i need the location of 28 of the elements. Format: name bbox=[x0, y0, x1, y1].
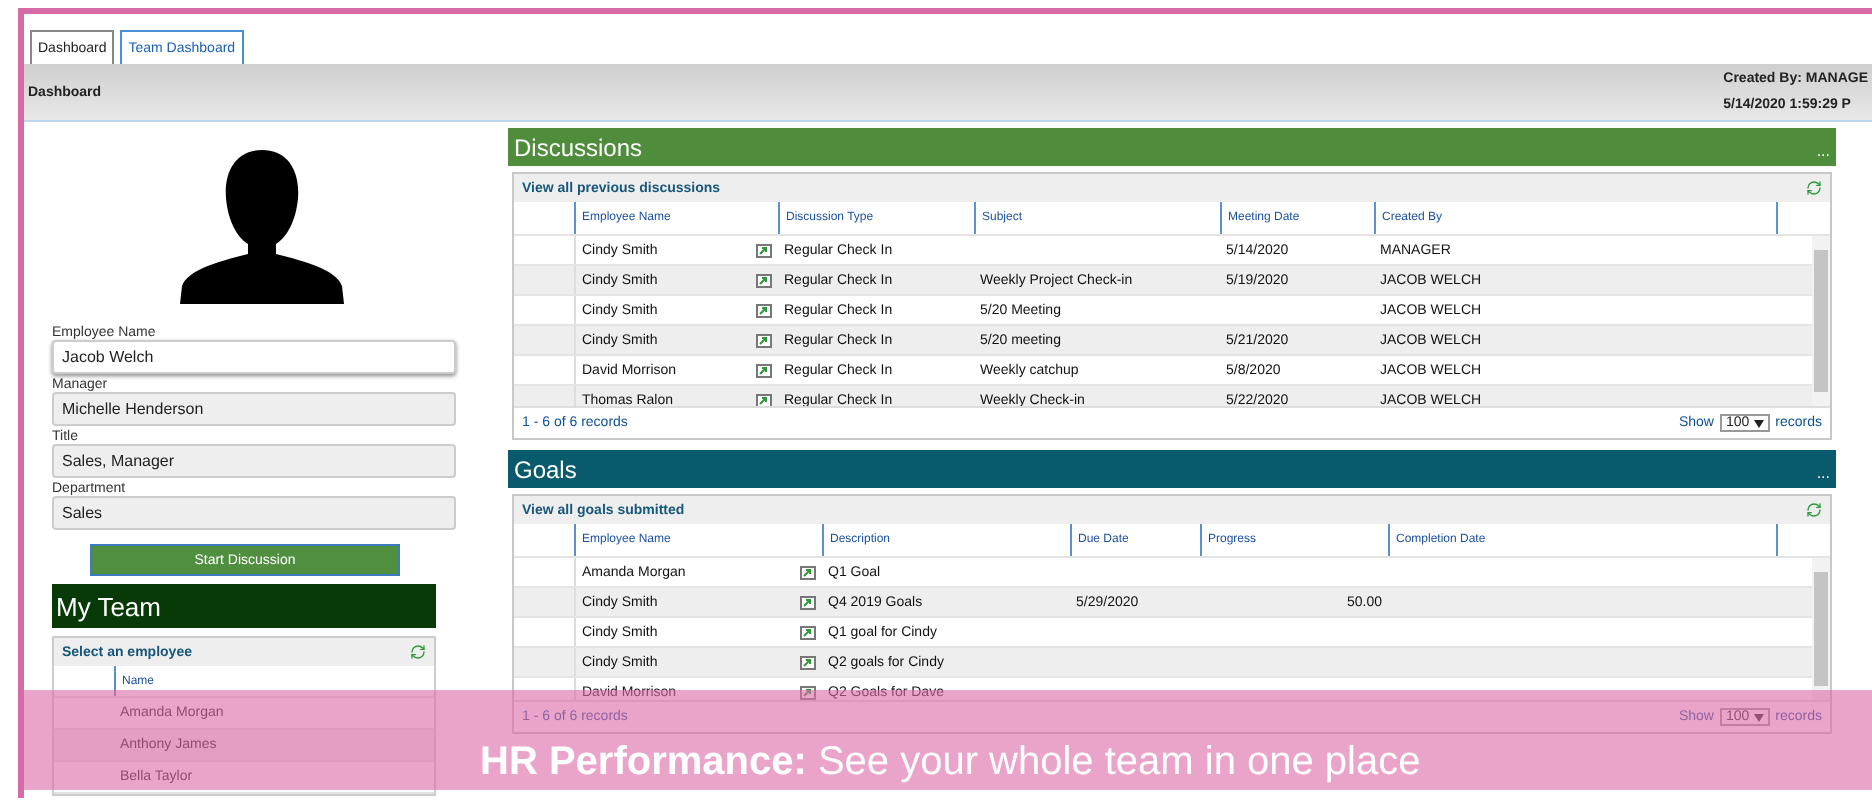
record-icon[interactable] bbox=[800, 655, 816, 669]
caret-icon bbox=[1753, 419, 1764, 427]
scrollbar[interactable] bbox=[1812, 236, 1830, 406]
panel-title: Discussions bbox=[514, 133, 643, 161]
panel-header: My Team bbox=[52, 584, 436, 628]
caption-toast-text: HR Performance: See your whole team in one place bbox=[480, 742, 1421, 782]
record-icon[interactable] bbox=[756, 393, 772, 406]
refresh-icon[interactable] bbox=[1806, 502, 1822, 518]
caret-icon bbox=[1753, 713, 1764, 721]
record-icon[interactable] bbox=[800, 565, 816, 579]
input-field[interactable]: Sales bbox=[52, 496, 456, 530]
input-field[interactable]: Jacob Welch bbox=[52, 340, 456, 374]
record-icon[interactable] bbox=[800, 625, 816, 639]
more-menu[interactable]: ... bbox=[1816, 464, 1830, 488]
panel-title: Goals bbox=[514, 455, 577, 483]
record-icon[interactable] bbox=[756, 333, 772, 347]
record-icon[interactable] bbox=[756, 363, 772, 377]
refresh-icon[interactable] bbox=[410, 644, 426, 660]
record-icon[interactable] bbox=[800, 595, 816, 609]
record-icon[interactable] bbox=[800, 685, 816, 699]
scrollbar[interactable] bbox=[1812, 558, 1830, 700]
record-icon[interactable] bbox=[756, 243, 772, 257]
input-field[interactable]: Michelle Henderson bbox=[52, 392, 456, 426]
refresh-icon[interactable] bbox=[1806, 180, 1822, 196]
record-icon[interactable] bbox=[756, 273, 772, 287]
input-field[interactable]: Sales, Manager bbox=[52, 444, 456, 478]
record-icon[interactable] bbox=[756, 303, 772, 317]
more-menu[interactable]: ... bbox=[1816, 142, 1830, 166]
